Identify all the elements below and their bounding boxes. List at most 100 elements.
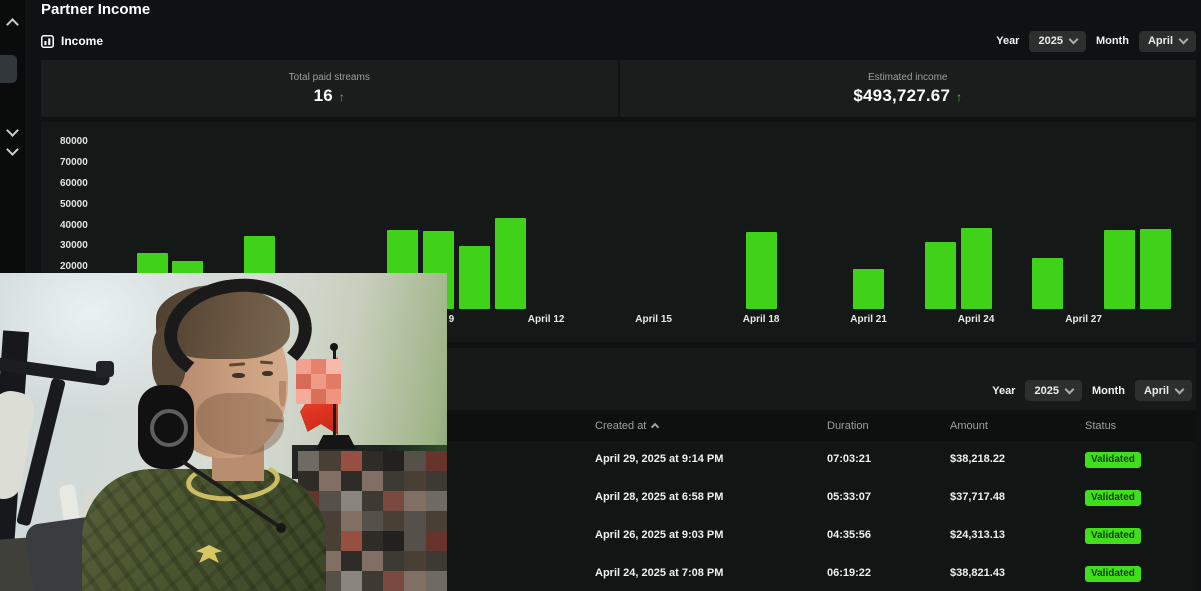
webcam-overlay: [0, 273, 447, 591]
created-at-cell: April 26, 2025 at 9:03 PM: [595, 529, 723, 541]
amount-cell: $38,218.22: [950, 453, 1005, 465]
y-axis-tick-label: 30000: [41, 240, 110, 251]
duration-cell: 07:03:21: [827, 453, 871, 465]
income-section-header: Income Year 2025 Month April: [41, 30, 1196, 52]
chart-bar-april-24[interactable]: [961, 228, 992, 309]
duration-cell: 04:35:56: [827, 529, 871, 541]
column-header-created-at[interactable]: Created at: [595, 420, 658, 432]
mosaic-cell: [341, 491, 362, 511]
mosaic-cell: [298, 451, 319, 471]
table-filters: Year 2025 Month April: [992, 380, 1192, 401]
month-label: Month: [1096, 35, 1129, 47]
mosaic-cell: [383, 511, 404, 531]
mosaic-cell: [362, 511, 383, 531]
chevron-down-icon: [1179, 35, 1189, 45]
status-cell: Validated: [1085, 529, 1141, 544]
chevron-up-icon[interactable]: [6, 18, 19, 31]
mosaic-cell: [296, 389, 311, 404]
year-label: Year: [992, 385, 1015, 397]
mosaic-cell: [426, 471, 447, 491]
y-axis-tick-label: 60000: [41, 178, 110, 189]
mosaic-cell: [404, 551, 425, 571]
mosaic-cell: [383, 551, 404, 571]
status-badge: Validated: [1085, 566, 1141, 582]
y-axis-tick-label: 20000: [41, 261, 110, 272]
column-header-status: Status: [1085, 420, 1116, 432]
income-section-title: Income: [41, 34, 103, 48]
estimated-income-value: $493,727.67: [853, 86, 950, 106]
table-month-select[interactable]: April: [1135, 380, 1192, 401]
mosaic-cell: [383, 491, 404, 511]
mosaic-cell: [341, 511, 362, 531]
microphone-tip: [276, 523, 286, 533]
mosaic-cell: [326, 389, 341, 404]
chart-bar-april-11[interactable]: [495, 218, 526, 309]
chart-bar-april-23[interactable]: [925, 242, 956, 309]
mosaic-cell: [341, 531, 362, 551]
year-label: Year: [996, 35, 1019, 47]
mosaic-cell: [311, 374, 326, 389]
chart-bar-april-29[interactable]: [1140, 229, 1171, 309]
mosaic-cell: [326, 359, 341, 374]
mosaic-cell: [383, 451, 404, 471]
mosaic-cell: [296, 359, 311, 374]
chart-bar-april-21[interactable]: [853, 269, 884, 309]
mosaic-cell: [341, 451, 362, 471]
table-year-select[interactable]: 2025: [1025, 380, 1081, 401]
y-axis-tick-label: 80000: [41, 136, 110, 147]
flag-stand: [316, 435, 356, 449]
chart-bar-april-26[interactable]: [1032, 258, 1063, 309]
year-select[interactable]: 2025: [1029, 31, 1085, 52]
mosaic-cell: [404, 511, 425, 531]
y-axis-tick-label: 40000: [41, 220, 110, 231]
mosaic-cell: [404, 471, 425, 491]
chevron-down-icon: [1069, 35, 1079, 45]
sidebar-partial-button[interactable]: [0, 55, 17, 83]
mosaic-cell: [362, 491, 383, 511]
y-axis-tick-label: 70000: [41, 157, 110, 168]
mosaic-cell: [362, 531, 383, 551]
mosaic-cell: [362, 471, 383, 491]
status-cell: Validated: [1085, 491, 1141, 506]
partner-income-dashboard: Partner Income Income Year 2025 Month Ap…: [0, 0, 1201, 591]
y-axis-tick-label: 50000: [41, 199, 110, 210]
x-axis-tick-label: April 21: [850, 314, 887, 325]
mosaic-cell: [426, 551, 447, 571]
mosaic-cell: [326, 374, 341, 389]
chart-bar-april-28[interactable]: [1104, 230, 1135, 309]
chart-bar-april-18[interactable]: [746, 232, 777, 309]
column-header-duration: Duration: [827, 420, 869, 432]
x-axis-tick-label: April 12: [528, 314, 565, 325]
mosaic-cell: [362, 551, 383, 571]
mosaic-cell: [319, 451, 340, 471]
chevron-down-icon[interactable]: [6, 124, 19, 137]
mosaic-cell: [404, 451, 425, 471]
x-axis-tick-label: April 27: [1065, 314, 1102, 325]
chevron-down-icon: [1065, 384, 1075, 394]
flag-pole-tip: [330, 343, 338, 351]
stat-card-estimated-income: Estimated income $493,727.67 ↑: [620, 60, 1197, 117]
mosaic-cell: [404, 531, 425, 551]
mosaic-cell: [341, 471, 362, 491]
person-nose: [279, 381, 286, 407]
chart-bar-april-10[interactable]: [459, 246, 490, 309]
chevron-down-icon[interactable]: [6, 143, 19, 156]
mosaic-cell: [362, 571, 383, 591]
mosaic-cell: [426, 531, 447, 551]
status-cell: Validated: [1085, 567, 1141, 582]
amount-cell: $24,313.13: [950, 529, 1005, 541]
person-beard: [196, 393, 284, 455]
mosaic-cell: [311, 389, 326, 404]
headphones-ring: [150, 409, 188, 447]
stat-card-total-paid-streams: Total paid streams 16 ↑: [41, 60, 618, 117]
mosaic-cell: [383, 571, 404, 591]
x-axis-tick-label: April 15: [635, 314, 672, 325]
status-badge: Validated: [1085, 452, 1141, 468]
mosaic-cell: [362, 451, 383, 471]
mosaic-cell: [341, 551, 362, 571]
sort-ascending-icon: [651, 423, 659, 431]
income-chart-icon: [41, 35, 54, 48]
income-filters: Year 2025 Month April: [996, 31, 1196, 52]
month-select[interactable]: April: [1139, 31, 1196, 52]
created-at-cell: April 28, 2025 at 6:58 PM: [595, 491, 723, 503]
